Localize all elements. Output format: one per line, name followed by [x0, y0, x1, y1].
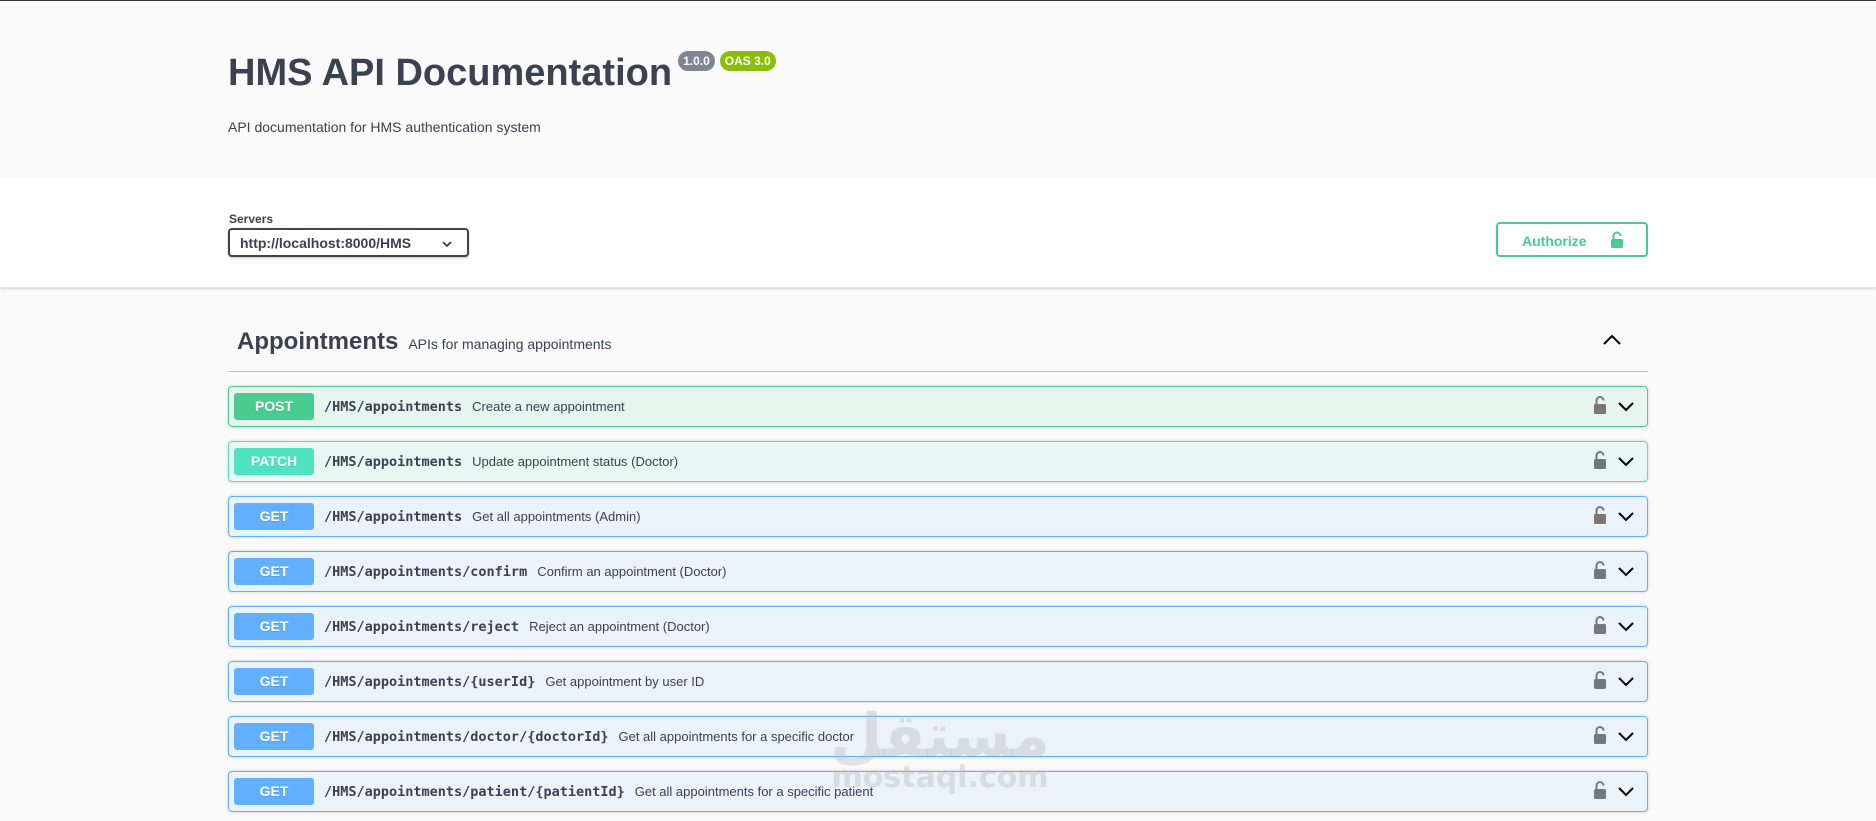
chevron-down-icon[interactable]	[1617, 399, 1635, 417]
operation-row[interactable]: GET /HMS/appointments Get all appointmen…	[228, 496, 1648, 537]
page-title: HMS API Documentation	[228, 52, 673, 94]
operation-row[interactable]: GET /HMS/appointments/{userId} Get appoi…	[228, 661, 1648, 702]
operation-path: /HMS/appointments	[324, 453, 463, 470]
appointments-section: Appointments APIs for managing appointme…	[228, 313, 1648, 812]
chevron-down-icon[interactable]	[1617, 454, 1635, 472]
chevron-down-icon[interactable]	[1617, 674, 1635, 692]
unlock-icon[interactable]	[1593, 560, 1607, 585]
chevron-down-icon	[441, 237, 453, 253]
operation-summary: Reject an appointment (Doctor)	[529, 619, 710, 634]
server-select-value: http://localhost:8000/HMS	[240, 235, 412, 251]
operation-path: /HMS/appointments/confirm	[324, 563, 528, 580]
operation-summary: Update appointment status (Doctor)	[472, 454, 679, 469]
operation-row[interactable]: GET /HMS/appointments/confirm Confirm an…	[228, 551, 1648, 592]
operation-path: /HMS/appointments/{userId}	[324, 673, 536, 690]
operation-row[interactable]: GET /HMS/appointments/doctor/{doctorId} …	[228, 716, 1648, 757]
operation-summary: Get appointment by user ID	[545, 674, 705, 689]
operation-summary: Confirm an appointment (Doctor)	[537, 564, 727, 579]
method-badge: GET	[234, 613, 314, 640]
unlock-icon[interactable]	[1593, 725, 1607, 750]
chevron-down-icon[interactable]	[1617, 509, 1635, 527]
info-header: HMS API Documentation 1.0.0 OAS 3.0 API …	[0, 1, 1876, 179]
operation-path: /HMS/appointments/patient/{patientId}	[324, 783, 625, 800]
chevron-up-icon[interactable]	[1602, 333, 1622, 352]
unlock-icon[interactable]	[1593, 395, 1607, 420]
operation-row[interactable]: GET /HMS/appointments/patient/{patientId…	[228, 771, 1648, 812]
method-badge: PATCH	[234, 448, 314, 475]
version-badge: 1.0.0	[678, 51, 715, 71]
oas-badge: OAS 3.0	[719, 51, 776, 71]
method-badge: POST	[234, 393, 314, 420]
operation-row[interactable]: GET /HMS/appointments/reject Reject an a…	[228, 606, 1648, 647]
operation-summary: Get all appointments for a specific pati…	[634, 784, 874, 799]
operation-path: /HMS/appointments	[324, 398, 463, 415]
operation-summary: Get all appointments (Admin)	[472, 509, 641, 524]
authorize-button[interactable]: Authorize	[1496, 222, 1648, 257]
method-badge: GET	[234, 723, 314, 750]
server-select[interactable]: http://localhost:8000/HMS	[228, 228, 469, 257]
authorize-label: Authorize	[1522, 233, 1587, 249]
method-badge: GET	[234, 778, 314, 805]
tag-header-appointments[interactable]: Appointments APIs for managing appointme…	[228, 313, 1648, 372]
unlock-icon[interactable]	[1593, 505, 1607, 530]
chevron-down-icon[interactable]	[1617, 784, 1635, 802]
title-row: HMS API Documentation 1.0.0 OAS 3.0	[228, 51, 1876, 95]
tag-name: Appointments	[237, 328, 399, 355]
chevron-down-icon[interactable]	[1617, 729, 1635, 747]
unlock-icon[interactable]	[1593, 450, 1607, 475]
operation-summary: Get all appointments for a specific doct…	[618, 729, 855, 744]
tag-description: APIs for managing appointments	[408, 335, 612, 352]
operation-path: /HMS/appointments	[324, 508, 463, 525]
chevron-down-icon[interactable]	[1617, 564, 1635, 582]
method-badge: GET	[234, 668, 314, 695]
servers-label: Servers	[229, 212, 274, 226]
api-description: API documentation for HMS authentication…	[228, 119, 541, 135]
operation-row[interactable]: PATCH /HMS/appointments Update appointme…	[228, 441, 1648, 482]
unlock-icon	[1610, 231, 1624, 252]
operation-path: /HMS/appointments/reject	[324, 618, 520, 635]
method-badge: GET	[234, 503, 314, 530]
unlock-icon[interactable]	[1593, 615, 1607, 640]
chevron-down-icon[interactable]	[1617, 619, 1635, 637]
operation-path: /HMS/appointments/doctor/{doctorId}	[324, 728, 609, 745]
unlock-icon[interactable]	[1593, 780, 1607, 805]
operation-row[interactable]: POST /HMS/appointments Create a new appo…	[228, 386, 1648, 427]
operation-summary: Create a new appointment	[472, 399, 625, 414]
unlock-icon[interactable]	[1593, 670, 1607, 695]
scheme-container: Servers http://localhost:8000/HMS Author…	[0, 179, 1876, 288]
method-badge: GET	[234, 558, 314, 585]
